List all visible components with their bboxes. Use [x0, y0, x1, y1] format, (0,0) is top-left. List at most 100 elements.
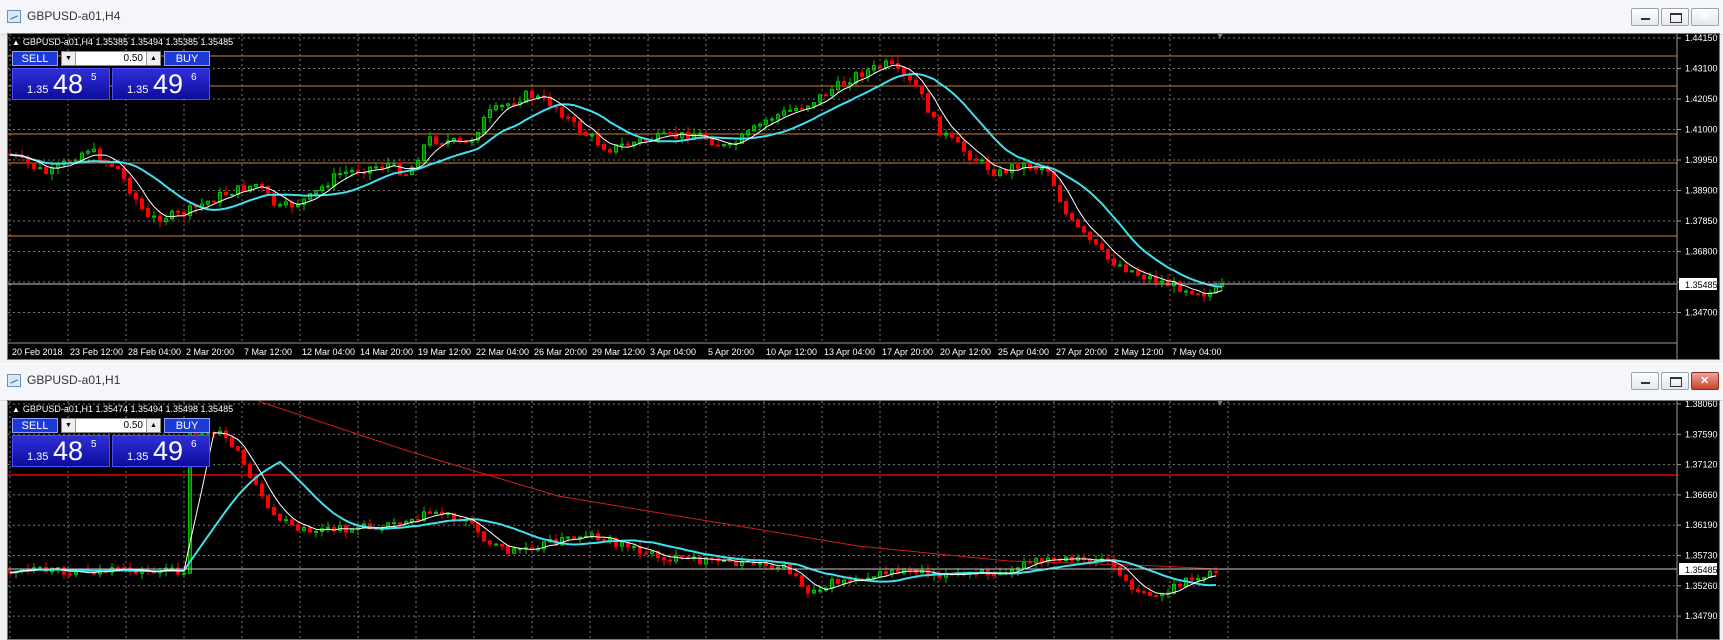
candle-body: [596, 134, 600, 146]
price-label: 1.43100: [1685, 64, 1718, 74]
candle-body: [482, 531, 486, 542]
lot-size-field[interactable]: ▼ 0.50 ▲: [61, 418, 161, 433]
candle-body: [620, 143, 624, 146]
candle-body: [1124, 574, 1128, 581]
close-button[interactable]: [1691, 372, 1719, 390]
buy-button[interactable]: BUY: [164, 418, 210, 433]
current-price-label: 1.35485: [1685, 280, 1718, 290]
time-label: 20 Feb 2018: [12, 347, 63, 357]
candle-body: [44, 167, 48, 175]
candle-body: [1052, 557, 1056, 560]
price-label: 1.38900: [1685, 186, 1718, 196]
maximize-button[interactable]: [1661, 372, 1689, 390]
candle-body: [902, 67, 906, 76]
candle-body: [644, 552, 648, 555]
one-click-trading-panel: SELL ▼ 0.50 ▲ BUY 1.35 48 5 1.35 49 6: [12, 416, 210, 467]
candle-body: [950, 132, 954, 138]
candle-body: [560, 107, 564, 118]
price-chart-h1[interactable]: 1.38060 1.37590 1.37120 1.36660 1.36190 1.357…: [7, 400, 1720, 640]
candle-body: [1148, 592, 1152, 596]
candle-body: [722, 144, 726, 147]
lot-size-value[interactable]: 0.50: [124, 420, 143, 431]
candle-body: [668, 132, 672, 135]
candle-body: [1136, 588, 1140, 593]
chart-canvas[interactable]: 1.44150 1.43100 1.42050 1.41000 1.39950 1.389…: [8, 34, 1719, 359]
candle-body: [230, 437, 234, 448]
price-label: 1.36660: [1685, 490, 1718, 500]
minimize-button[interactable]: [1631, 8, 1659, 26]
candle-body: [38, 167, 42, 170]
candle-body: [512, 103, 516, 106]
buy-button[interactable]: BUY: [164, 51, 210, 66]
candle-body: [458, 138, 462, 142]
candle-body: [710, 138, 714, 146]
price-label: 1.35730: [1685, 551, 1718, 561]
candle-body: [242, 185, 246, 192]
candle-body: [1040, 168, 1044, 171]
lot-increase-icon[interactable]: ▲: [146, 419, 160, 432]
candle-body: [926, 93, 930, 113]
candle-body: [788, 109, 792, 112]
lot-size-field[interactable]: ▼ 0.50 ▲: [61, 51, 161, 66]
candle-body: [1016, 164, 1020, 169]
candle-body: [236, 446, 240, 451]
sell-price-sup: 5: [91, 72, 97, 83]
candle-body: [1130, 579, 1134, 590]
lot-decrease-icon[interactable]: ▼: [62, 52, 76, 65]
candle-body: [440, 143, 444, 146]
lot-decrease-icon[interactable]: ▼: [62, 419, 76, 432]
candle-body: [392, 522, 396, 525]
candle-body: [878, 65, 882, 68]
buy-price-button[interactable]: 1.35 49 6: [112, 435, 210, 467]
lot-size-value[interactable]: 0.50: [124, 53, 143, 64]
candle-body: [956, 136, 960, 143]
candle-body: [290, 519, 294, 526]
maximize-button[interactable]: [1661, 8, 1689, 26]
price-label: 1.34790: [1685, 611, 1718, 621]
sell-price-button[interactable]: 1.35 48 5: [12, 435, 110, 467]
buy-price-sup: 6: [191, 439, 197, 450]
candle-body: [1190, 577, 1194, 581]
candle-body: [176, 210, 180, 213]
price-label: 1.34700: [1685, 308, 1718, 318]
candle-body: [668, 559, 672, 562]
candle-body: [428, 511, 432, 514]
price-label: 1.41000: [1685, 125, 1718, 135]
candle-body: [140, 198, 144, 210]
candle-body: [488, 540, 492, 545]
collapse-triangle-icon[interactable]: ▲: [12, 405, 20, 414]
candle-body: [1076, 219, 1080, 228]
candle-body: [770, 565, 774, 570]
candle-body: [1106, 248, 1110, 260]
candle-body: [182, 572, 186, 575]
collapse-triangle-icon[interactable]: ▲: [12, 38, 20, 47]
sell-price-button[interactable]: 1.35 48 5: [12, 68, 110, 100]
candle-body: [602, 539, 606, 542]
candle-body: [1064, 201, 1068, 215]
title-bar[interactable]: GBPUSD-a01,H4: [0, 0, 1723, 35]
buy-price-button[interactable]: 1.35 49 6: [112, 68, 210, 100]
candle-body: [308, 527, 312, 533]
time-label: 2 Mar 20:00: [186, 347, 234, 357]
chart-canvas[interactable]: 1.38060 1.37590 1.37120 1.36660 1.36190 1.357…: [8, 401, 1719, 639]
price-label: 1.36190: [1685, 520, 1718, 530]
candle-body: [230, 193, 234, 196]
candle-body: [1088, 231, 1092, 241]
price-label: 1.37120: [1685, 460, 1718, 470]
price-chart-h4[interactable]: 1.44150 1.43100 1.42050 1.41000 1.39950 1.389…: [7, 33, 1720, 360]
candle-body: [116, 165, 120, 170]
sell-button[interactable]: SELL: [12, 51, 58, 66]
window-title: GBPUSD-a01,H4: [27, 9, 121, 23]
candle-body: [992, 574, 996, 577]
minimize-button[interactable]: [1631, 372, 1659, 390]
close-button[interactable]: [1691, 8, 1719, 26]
candle-body: [224, 191, 228, 196]
candle-body: [1202, 293, 1206, 297]
sell-button[interactable]: SELL: [12, 418, 58, 433]
time-label: 20 Apr 12:00: [940, 347, 991, 357]
candle-body: [938, 116, 942, 136]
candle-body: [392, 162, 396, 165]
title-bar[interactable]: GBPUSD-a01,H1: [0, 364, 1723, 401]
lot-increase-icon[interactable]: ▲: [146, 52, 160, 65]
candle-body: [374, 166, 378, 169]
